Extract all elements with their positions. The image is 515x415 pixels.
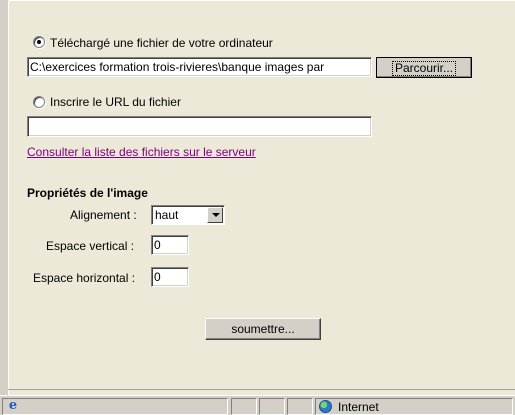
horizontal-space-label: Espace horizontal : <box>33 271 136 285</box>
server-file-list-link[interactable]: Consulter la liste des fichiers sur le s… <box>27 145 256 159</box>
status-cell-2 <box>259 398 285 415</box>
browse-button[interactable]: Parcourir... <box>376 57 472 78</box>
ie-page-icon: e <box>8 398 18 413</box>
status-cell-3 <box>287 398 313 415</box>
alignment-select[interactable]: haut <box>151 205 225 225</box>
url-radio[interactable] <box>33 96 45 108</box>
file-path-input[interactable] <box>27 57 372 77</box>
alignment-label: Alignement : <box>70 208 137 222</box>
local-file-radio[interactable] <box>33 36 45 48</box>
window-left-border <box>0 0 8 415</box>
local-file-radio-label: Téléchargé une fichier de votre ordinate… <box>50 36 273 50</box>
status-message-cell: e <box>2 398 228 415</box>
alignment-select-value: haut <box>155 208 179 222</box>
url-radio-label: Inscrire le URL du fichier <box>50 95 181 109</box>
vertical-space-input[interactable] <box>151 235 189 255</box>
status-cell-1 <box>231 398 257 415</box>
browse-button-label: Parcourir... <box>391 60 457 76</box>
chevron-down-icon[interactable] <box>207 207 223 223</box>
horizontal-space-input[interactable] <box>151 267 189 287</box>
image-properties-title: Propriétés de l'image <box>27 186 148 200</box>
submit-button[interactable]: soumettre... <box>205 318 321 340</box>
security-zone-label: Internet <box>338 400 379 414</box>
url-input[interactable] <box>27 116 372 137</box>
panel-divider <box>8 389 515 390</box>
globe-icon <box>319 400 332 413</box>
security-zone-cell: Internet <box>315 398 513 415</box>
vertical-space-label: Espace vertical : <box>46 239 135 253</box>
status-bar: e Internet <box>0 395 515 415</box>
